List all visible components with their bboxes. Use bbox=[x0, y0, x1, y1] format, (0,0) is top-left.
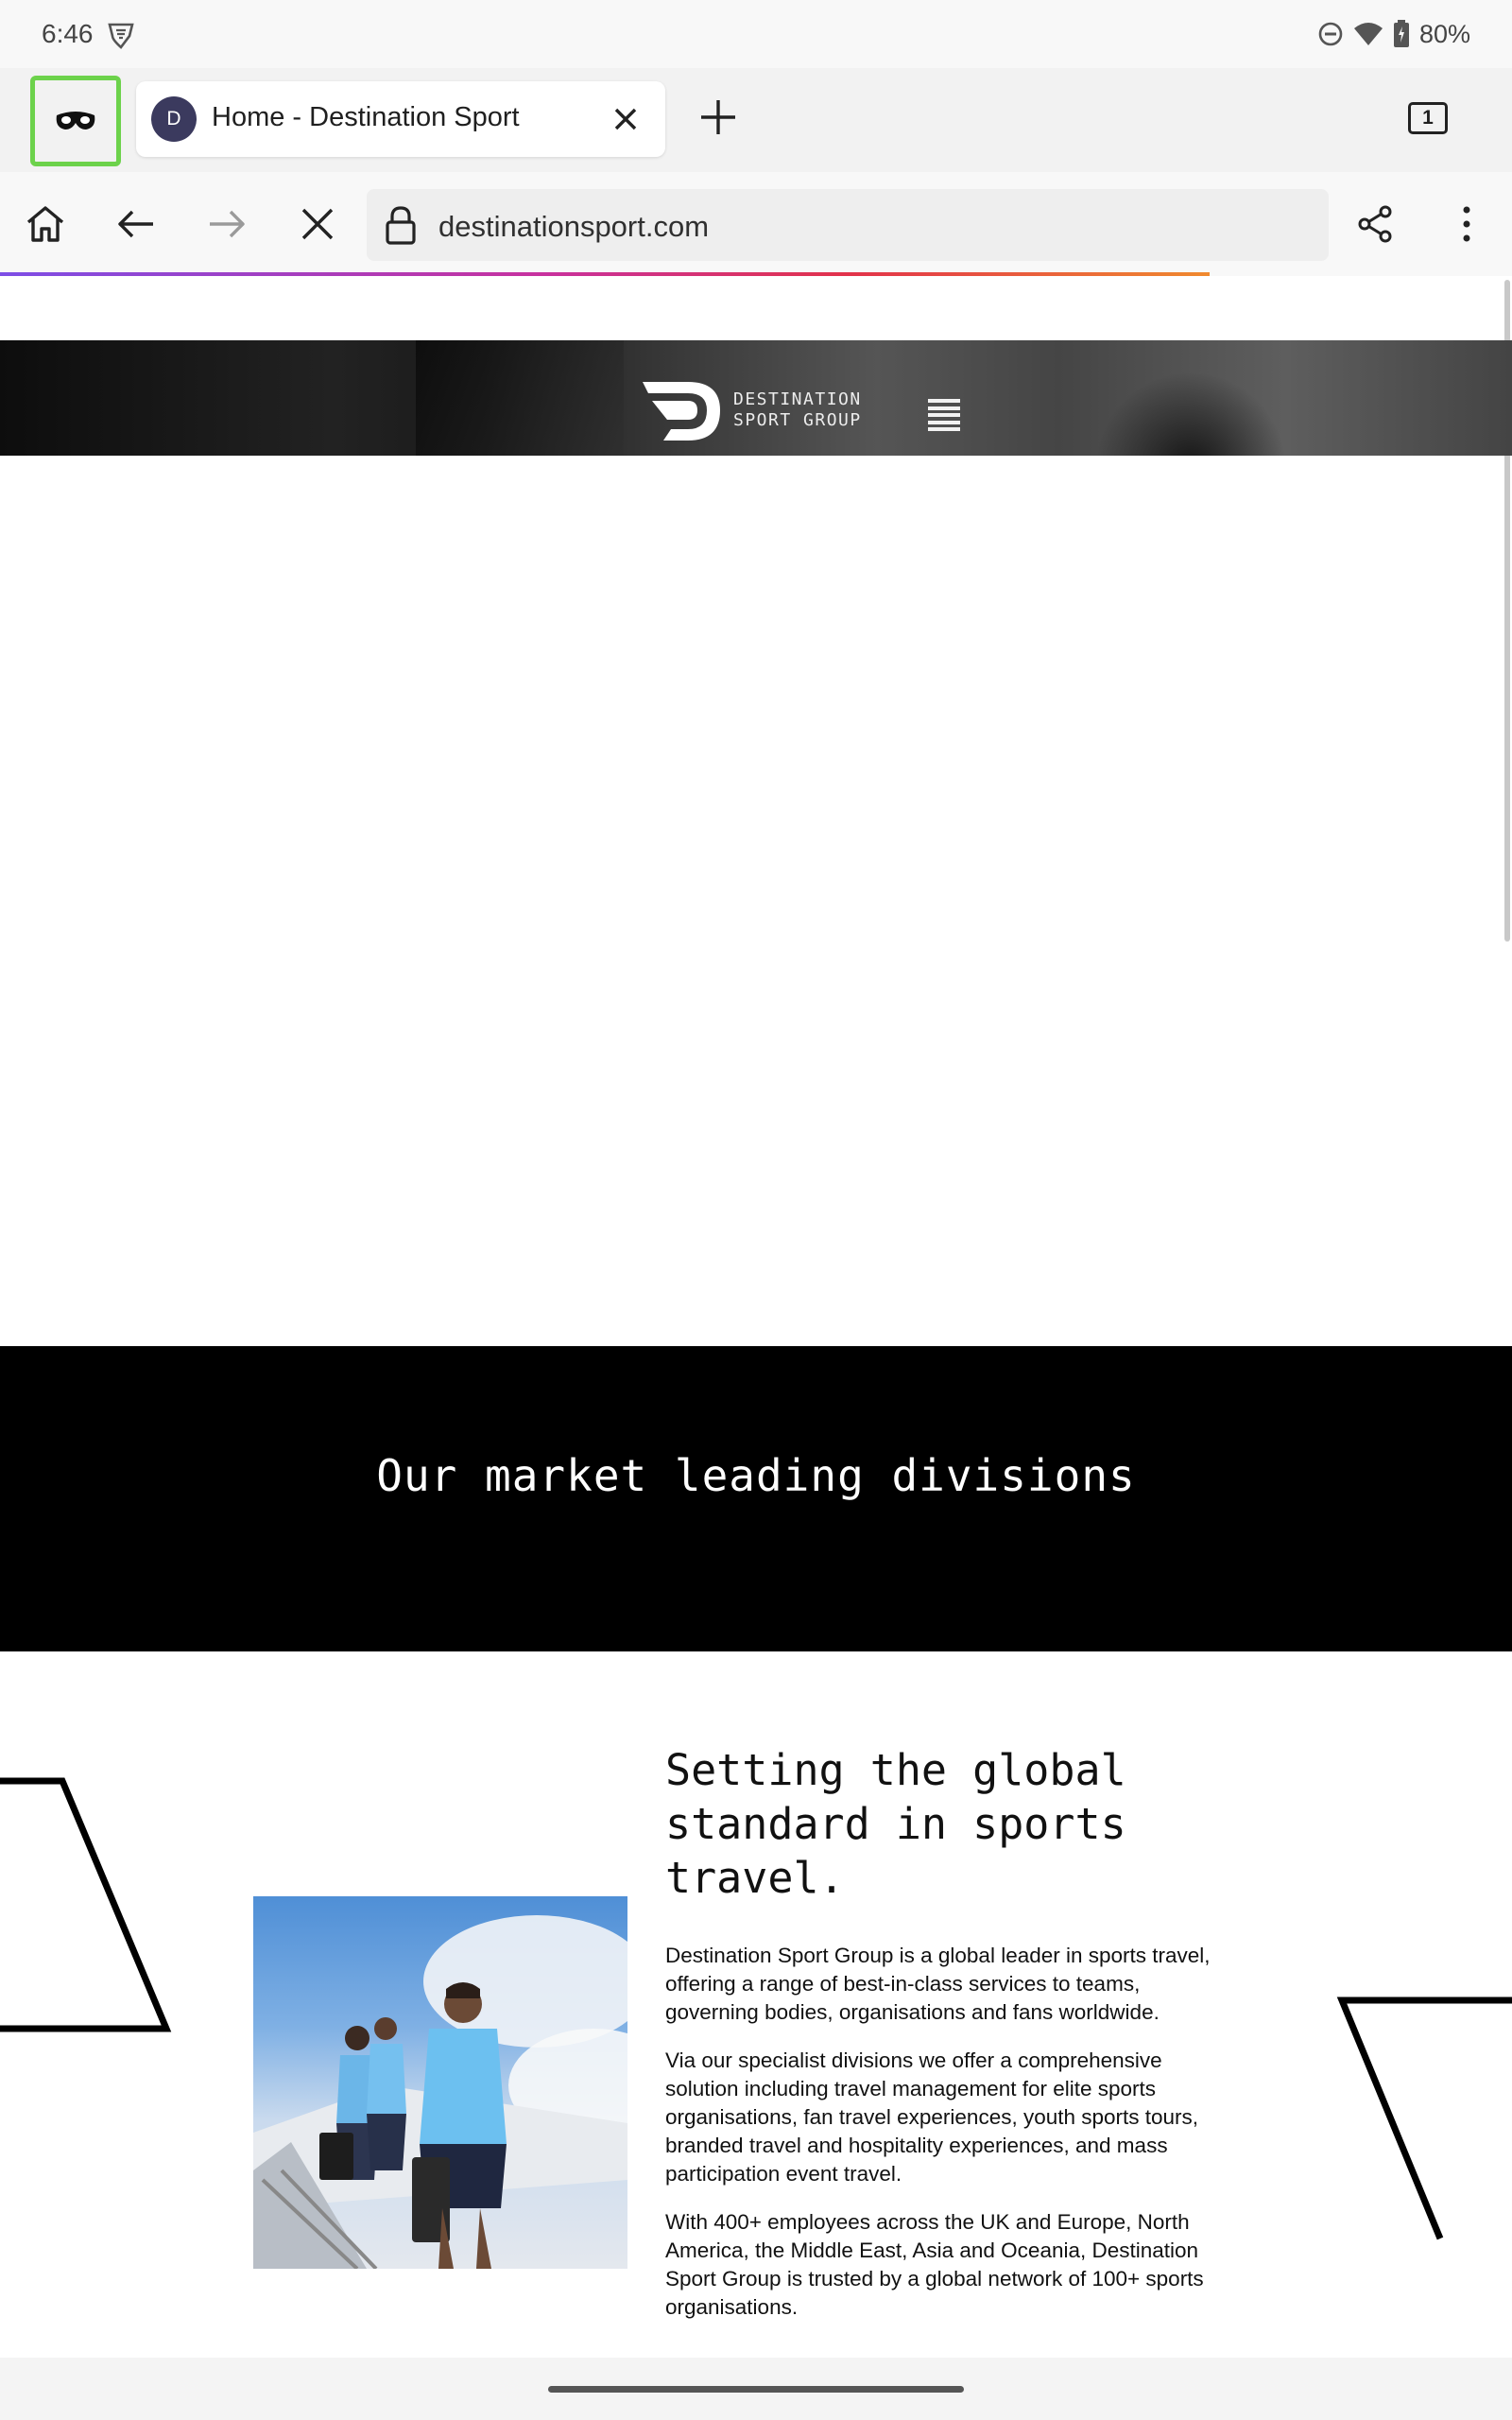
tab-home-destination-sport[interactable]: D Home - Destination Sport bbox=[136, 81, 665, 157]
site-header: DESTINATION SPORT GROUP bbox=[0, 340, 1512, 456]
tab-strip: D Home - Destination Sport 1 bbox=[0, 68, 1512, 172]
tab-title: Home - Destination Sport bbox=[212, 102, 520, 132]
about-heading: Setting the global standard in sports tr… bbox=[665, 1745, 1126, 1903]
divisions-title: Our market leading divisions bbox=[376, 1450, 1136, 1501]
logo-text-line-2: SPORT GROUP bbox=[733, 410, 862, 430]
battery-icon bbox=[1393, 20, 1409, 47]
lock-icon bbox=[386, 206, 416, 245]
tab-switcher-button[interactable]: 1 bbox=[1408, 102, 1448, 134]
browser-toolbar: destinationsport.com bbox=[0, 172, 1512, 277]
vpn-shield-icon bbox=[108, 23, 134, 49]
home-gesture-handle[interactable] bbox=[548, 2386, 964, 2393]
hamburger-menu-icon[interactable] bbox=[928, 399, 960, 431]
divisions-section: Our market leading divisions bbox=[0, 1346, 1512, 1651]
stop-loading-icon[interactable] bbox=[295, 201, 340, 247]
battery-percent: 80% bbox=[1418, 19, 1470, 48]
status-icons: 80% bbox=[1317, 17, 1470, 51]
incognito-button[interactable] bbox=[30, 76, 121, 166]
back-icon[interactable] bbox=[113, 201, 159, 247]
decorative-trapezoid-right bbox=[1336, 1996, 1512, 2240]
about-paragraph-1: Destination Sport Group is a global lead… bbox=[665, 1944, 1211, 2024]
header-background-image bbox=[416, 340, 624, 456]
close-tab-icon[interactable] bbox=[607, 100, 644, 138]
destination-sport-logo-icon[interactable] bbox=[639, 378, 724, 444]
team-travel-photo bbox=[253, 1896, 627, 2269]
about-paragraph-2: Via our specialist divisions we offer a … bbox=[665, 2048, 1199, 2186]
do-not-disturb-icon bbox=[1318, 22, 1343, 46]
about-body: Destination Sport Group is a global lead… bbox=[665, 1942, 1232, 2342]
photo-illustration bbox=[253, 1915, 627, 2269]
status-time: 6:46 bbox=[42, 19, 94, 48]
wifi-icon bbox=[1353, 23, 1383, 45]
tab-favicon: D bbox=[151, 96, 197, 142]
logo-text-line-1: DESTINATION bbox=[733, 389, 862, 409]
url-text: destinationsport.com bbox=[438, 210, 710, 243]
about-paragraph-3: With 400+ employees across the UK and Eu… bbox=[665, 2210, 1204, 2319]
share-icon[interactable] bbox=[1353, 201, 1399, 247]
status-bar: 6:46 80% bbox=[0, 0, 1512, 68]
decorative-trapezoid-left bbox=[0, 1777, 172, 2032]
header-background-figure bbox=[1096, 340, 1285, 456]
forward-icon bbox=[210, 210, 245, 238]
web-page: DESTINATION SPORT GROUP Our market leadi… bbox=[0, 276, 1512, 2358]
logo-text: DESTINATION SPORT GROUP bbox=[733, 389, 862, 431]
more-options-icon[interactable] bbox=[1444, 201, 1489, 247]
home-icon[interactable] bbox=[23, 201, 68, 247]
url-bar[interactable]: destinationsport.com bbox=[367, 189, 1329, 261]
incognito-mask-icon bbox=[56, 112, 95, 130]
new-tab-plus-icon[interactable] bbox=[696, 95, 741, 140]
system-navigation-bar bbox=[0, 2358, 1512, 2420]
